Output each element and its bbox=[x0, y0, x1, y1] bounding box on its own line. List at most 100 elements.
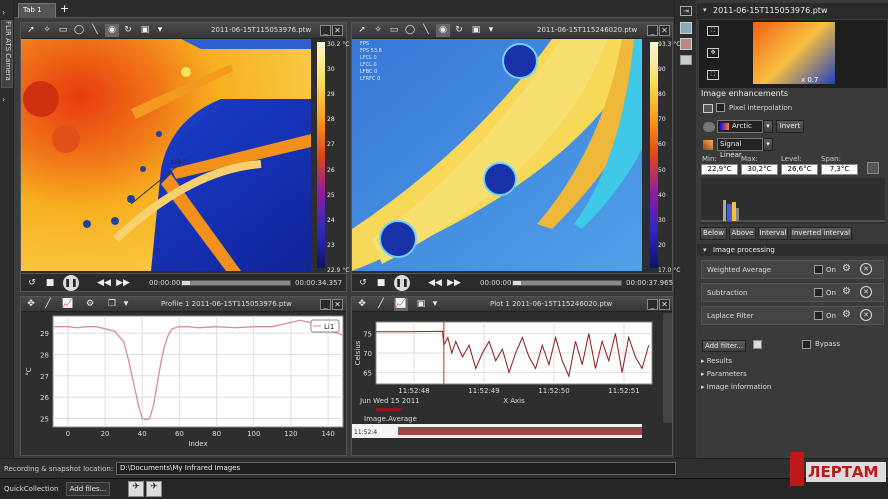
navigator-thumbnail[interactable] bbox=[753, 22, 835, 84]
chart-icon[interactable]: 📈 bbox=[61, 298, 75, 311]
remove-filter-icon[interactable]: ✕ bbox=[860, 286, 872, 298]
stop-icon[interactable]: ■ bbox=[374, 277, 388, 290]
save-icon[interactable]: ▣ bbox=[469, 24, 483, 37]
view1-seek-slider[interactable] bbox=[181, 280, 291, 286]
plot-chart[interactable]: 11:52:48 11:52:49 11:52:50 11:52:51 65 70 75 Ju… bbox=[352, 312, 662, 455]
next-frame-icon[interactable]: ▶▶ bbox=[447, 277, 461, 290]
fit-icon[interactable]: ⛶ bbox=[707, 26, 719, 36]
eye-icon[interactable]: ◉ bbox=[105, 24, 119, 37]
copy-icon[interactable]: ❐ bbox=[105, 298, 119, 311]
filter-on-checkbox[interactable] bbox=[814, 288, 823, 297]
signal-dropdown-icon[interactable]: ▾ bbox=[763, 138, 773, 151]
camera-side-tab[interactable]: FLIR ATS Camera bbox=[1, 20, 13, 88]
signal-select[interactable]: Signal Linear bbox=[717, 138, 763, 159]
pointer-icon[interactable]: ➚ bbox=[355, 24, 369, 37]
refresh-icon[interactable]: ↻ bbox=[121, 24, 135, 37]
level-field[interactable]: 26,6°C bbox=[781, 164, 818, 175]
layout-icon[interactable] bbox=[680, 22, 692, 34]
minimize-icon[interactable]: _ bbox=[647, 25, 658, 36]
gear-icon[interactable]: ⚙ bbox=[842, 263, 851, 274]
view1-thermal-image[interactable]: Li1 bbox=[21, 39, 311, 271]
stop-icon[interactable]: ■ bbox=[43, 277, 57, 290]
palette-select[interactable]: Arctic bbox=[717, 120, 763, 133]
loop-icon[interactable]: ↺ bbox=[25, 277, 39, 290]
view2-thermal-image[interactable] bbox=[352, 39, 642, 271]
close-icon[interactable]: ✕ bbox=[659, 25, 670, 36]
grid-icon[interactable] bbox=[680, 55, 692, 65]
results-section[interactable]: ▸ Results bbox=[701, 357, 732, 365]
line-icon[interactable]: ╱ bbox=[41, 298, 55, 311]
expand-arrow-icon[interactable]: › bbox=[2, 8, 5, 17]
compare-icon[interactable] bbox=[680, 38, 692, 50]
move-icon[interactable]: ✥ bbox=[355, 298, 369, 311]
close-icon[interactable]: ✕ bbox=[659, 299, 670, 310]
image-info-section[interactable]: ▸ Image information bbox=[701, 383, 771, 391]
filter-on-checkbox[interactable] bbox=[814, 311, 823, 320]
parameters-section[interactable]: ▸ Parameters bbox=[701, 370, 747, 378]
pause-button[interactable]: ❚❚ bbox=[394, 275, 410, 291]
inverted-interval-button[interactable]: Inverted interval bbox=[790, 227, 852, 240]
prev-frame-icon[interactable]: ◀◀ bbox=[428, 277, 442, 290]
prev-frame-icon[interactable]: ◀◀ bbox=[97, 277, 111, 290]
gear-icon[interactable]: ⚙ bbox=[842, 286, 851, 297]
rectangle-icon[interactable]: ▭ bbox=[56, 24, 70, 37]
add-filter-button[interactable]: Add filter... bbox=[702, 340, 746, 352]
gear-icon[interactable]: ⚙ bbox=[842, 309, 851, 320]
refresh-icon[interactable]: ↻ bbox=[452, 24, 466, 37]
recording-path-input[interactable]: D:\Documents\My Infrared Images bbox=[116, 462, 676, 475]
loop-icon[interactable]: ↺ bbox=[356, 277, 370, 290]
settings-icon[interactable]: ⚙ bbox=[83, 298, 97, 311]
line-icon[interactable]: ╲ bbox=[419, 24, 433, 37]
tab-1[interactable]: Tab 1 bbox=[18, 3, 56, 18]
palette-dropdown-icon[interactable]: ▾ bbox=[763, 120, 773, 133]
zoom-icon[interactable]: ✥ bbox=[707, 48, 719, 58]
remove-filter-icon[interactable]: ✕ bbox=[860, 263, 872, 275]
dropdown-icon[interactable]: ▾ bbox=[428, 298, 442, 311]
plot-scrollbar[interactable] bbox=[663, 313, 672, 423]
next-frame-icon[interactable]: ▶▶ bbox=[116, 277, 130, 290]
spot-icon[interactable]: ✧ bbox=[40, 24, 54, 37]
add-files-button[interactable]: Add files... bbox=[66, 482, 110, 496]
below-button[interactable]: Below bbox=[700, 227, 727, 240]
bypass-checkbox[interactable] bbox=[802, 340, 811, 349]
pause-button[interactable]: ❚❚ bbox=[63, 275, 79, 291]
chart-icon[interactable]: 📈 bbox=[394, 298, 408, 311]
dropdown-icon[interactable]: ▾ bbox=[119, 298, 133, 311]
thumbnail-1-icon[interactable]: ✈ bbox=[128, 481, 144, 497]
invert-button[interactable]: Invert bbox=[776, 120, 804, 133]
ellipse-icon[interactable]: ◯ bbox=[403, 24, 417, 37]
ellipse-icon[interactable]: ◯ bbox=[72, 24, 86, 37]
filter-on-checkbox[interactable] bbox=[814, 265, 823, 274]
add-tab-button[interactable]: + bbox=[60, 2, 69, 15]
eye-icon[interactable]: ◉ bbox=[436, 24, 450, 37]
max-field[interactable]: 30,2°C bbox=[741, 164, 778, 175]
auto-range-icon[interactable] bbox=[867, 162, 879, 174]
save-filter-icon[interactable] bbox=[753, 340, 762, 349]
histogram[interactable] bbox=[701, 178, 885, 224]
collapse-panel-icon[interactable]: ⇥ bbox=[680, 6, 692, 16]
pixel-interp-checkbox[interactable] bbox=[716, 103, 725, 112]
crop-icon[interactable]: ⛶ bbox=[707, 70, 719, 80]
rectangle-icon[interactable]: ▭ bbox=[387, 24, 401, 37]
minimize-icon[interactable]: _ bbox=[647, 299, 658, 310]
line-icon[interactable]: ╲ bbox=[88, 24, 102, 37]
processing-header[interactable]: ▾ Image processing bbox=[697, 244, 888, 256]
line-icon[interactable]: ╱ bbox=[374, 298, 388, 311]
save-icon[interactable]: ▣ bbox=[414, 298, 428, 311]
dropdown-icon[interactable]: ▾ bbox=[484, 24, 498, 37]
save-icon[interactable]: ▣ bbox=[138, 24, 152, 37]
dropdown-icon[interactable]: ▾ bbox=[153, 24, 167, 37]
above-button[interactable]: Above bbox=[729, 227, 756, 240]
remove-filter-icon[interactable]: ✕ bbox=[860, 309, 872, 321]
min-field[interactable]: 22,9°C bbox=[701, 164, 738, 175]
spot-icon[interactable]: ✧ bbox=[371, 24, 385, 37]
interval-button[interactable]: Interval bbox=[758, 227, 788, 240]
view2-seek-slider[interactable] bbox=[512, 280, 622, 286]
collapse-arrow-icon[interactable]: ▾ bbox=[703, 6, 707, 14]
expand-arrow-icon[interactable]: › bbox=[2, 95, 5, 104]
pointer-icon[interactable]: ➚ bbox=[24, 24, 38, 37]
thumbnail-2-icon[interactable]: ✈ bbox=[146, 481, 162, 497]
minimize-icon[interactable]: _ bbox=[320, 299, 331, 310]
close-icon[interactable]: ✕ bbox=[332, 299, 343, 310]
minimize-icon[interactable]: _ bbox=[320, 25, 331, 36]
